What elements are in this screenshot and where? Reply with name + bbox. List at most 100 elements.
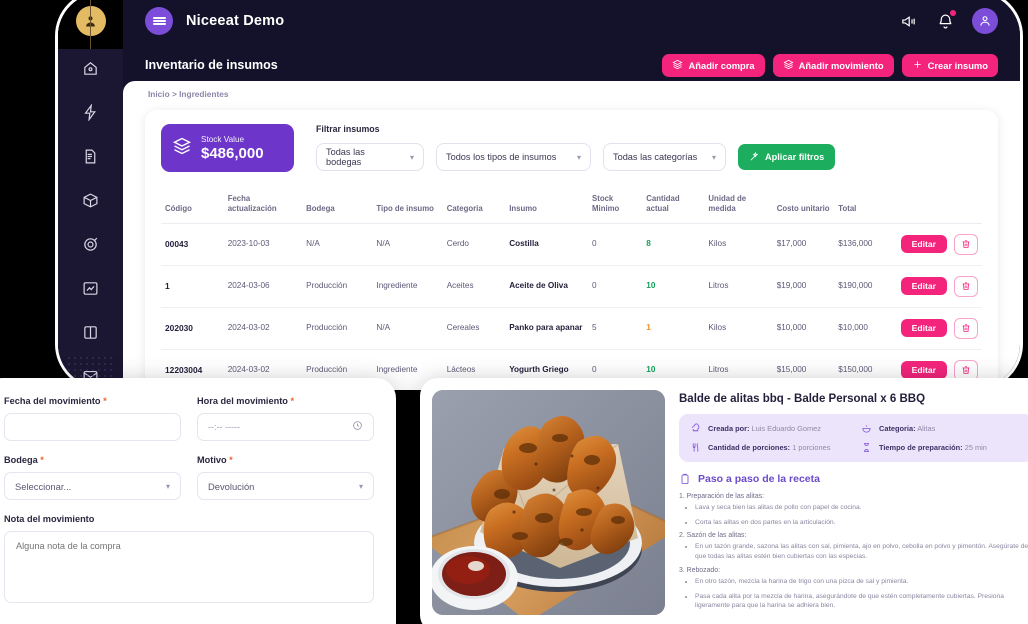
sidebar-item-goals[interactable]: [78, 231, 104, 257]
table-row[interactable]: 202030 2024-03-02 Producción N/A Cereale…: [161, 307, 982, 349]
cell-codigo: 202030: [161, 307, 224, 349]
time-input[interactable]: --:-- -----: [197, 413, 374, 441]
sidebar-item-activity[interactable]: [78, 99, 104, 125]
chef-hat-icon: [690, 423, 701, 434]
supply-type-select-value: Todos los tipos de insumos: [446, 152, 556, 162]
bbq-chicken-wings-photo: [432, 390, 665, 615]
step-bullet: Lava y seca bien las alitas de pollo con…: [695, 503, 1028, 513]
sidebar-item-recipes[interactable]: [78, 319, 104, 345]
delete-button[interactable]: [954, 276, 978, 297]
cell-fecha: 2023-10-03: [224, 223, 302, 265]
info-created-by-value: Luis Eduardo Gomez: [752, 424, 821, 433]
required-mark: *: [40, 455, 44, 465]
motivo-select[interactable]: Devolución ▾: [197, 472, 374, 500]
steps-header: Paso a paso de la receta: [679, 473, 1028, 485]
sidebar: [58, 0, 123, 387]
info-portions-value: 1 porciones: [792, 443, 830, 452]
col-unidad: Unidad de medida: [704, 194, 772, 223]
cell-categoria: Cereales: [443, 307, 506, 349]
category-select[interactable]: Todas las categorías ▾: [603, 143, 726, 171]
time-label: Hora del movimiento *: [197, 396, 374, 406]
field-time: Hora del movimiento * --:-- -----: [197, 396, 374, 441]
step-bullets: En un tazón grande, sazona las alitas co…: [695, 542, 1028, 561]
date-input[interactable]: [4, 413, 181, 441]
stock-value-card: Stock Value $486,000: [161, 124, 294, 172]
info-prep-time-value: 25 min: [965, 443, 987, 452]
screenshot-root: Niceeat Demo Inventario de insumos: [0, 0, 1028, 624]
layers-icon: [783, 59, 794, 72]
megaphone-icon[interactable]: [898, 11, 918, 31]
cell-tipo: N/A: [372, 307, 442, 349]
table-row[interactable]: 00043 2023-10-03 N/A N/A Cerdo Costilla …: [161, 223, 982, 265]
step-bullet: En otro tazón, mezcla la harina de trigo…: [695, 577, 1028, 587]
cutlery-icon: [690, 442, 701, 453]
chevron-down-icon: ▾: [359, 482, 363, 491]
trash-icon: [961, 237, 971, 252]
note-label: Nota del movimiento: [4, 514, 374, 524]
edit-button[interactable]: Editar: [901, 361, 947, 379]
trash-icon: [961, 321, 971, 336]
step-number: 3. Rebozado:: [679, 567, 1028, 574]
edit-button[interactable]: Editar: [901, 277, 947, 295]
apply-filters-button[interactable]: Aplicar filtros: [738, 144, 835, 170]
sidebar-item-home[interactable]: [78, 55, 104, 81]
wand-icon: [749, 151, 760, 164]
delete-button[interactable]: [954, 318, 978, 339]
edit-button[interactable]: Editar: [901, 235, 947, 253]
supply-type-select[interactable]: Todos los tipos de insumos ▾: [436, 143, 591, 171]
add-purchase-label: Añadir compra: [688, 60, 754, 71]
page-header: Inventario de insumos Añadir compra Añad…: [123, 49, 1020, 81]
cell-actions: Editar: [897, 307, 982, 349]
recipe-title: Balde de alitas bbq - Balde Personal x 6…: [679, 393, 1028, 405]
add-movement-button[interactable]: Añadir movimiento: [773, 54, 894, 77]
chevron-down-icon: ▾: [712, 153, 716, 162]
movement-form-panel: Fecha del movimiento * Hora del movimien…: [0, 378, 396, 624]
bell-icon[interactable]: [935, 11, 955, 31]
field-bodega: Bodega * Seleccionar... ▾: [4, 455, 181, 500]
topbar-actions: [898, 8, 998, 34]
add-purchase-button[interactable]: Añadir compra: [662, 54, 764, 77]
notification-dot: [950, 10, 956, 16]
layers-icon: [172, 136, 192, 161]
required-mark: *: [290, 396, 294, 406]
clock-icon[interactable]: [352, 420, 363, 434]
bodega-select[interactable]: Seleccionar... ▾: [4, 472, 181, 500]
required-mark: *: [229, 455, 233, 465]
sidebar-item-orders[interactable]: [78, 143, 104, 169]
breadcrumb[interactable]: Inicio > Ingredientes: [123, 81, 1020, 99]
steps-title: Paso a paso de la receta: [698, 473, 820, 485]
filters-title: Filtrar insumos: [316, 124, 982, 134]
info-portions-label: Cantidad de porciones:: [708, 443, 790, 452]
warehouse-select[interactable]: Todas las bodegas ▾: [316, 143, 424, 171]
delete-button[interactable]: [954, 234, 978, 255]
cell-costo: $19,000: [773, 265, 835, 307]
col-tipo: Tipo de insumo: [372, 194, 442, 223]
sidebar-logo-rail: [58, 0, 123, 49]
edit-button[interactable]: Editar: [901, 319, 947, 337]
col-fecha: Fecha actualización: [224, 194, 302, 223]
table-head: Código Fecha actualización Bodega Tipo d…: [161, 194, 982, 223]
inventory-card: Stock Value $486,000 Filtrar insumos Tod…: [145, 110, 998, 387]
sidebar-item-inventory[interactable]: [78, 187, 104, 213]
required-mark: *: [103, 396, 107, 406]
sidebar-item-reports[interactable]: [78, 275, 104, 301]
col-cantidad: Cantidad actual: [642, 194, 704, 223]
page-content: Inicio > Ingredientes Stock Value $486,0…: [123, 81, 1020, 387]
cell-insumo: Panko para apanar: [505, 307, 588, 349]
cell-categoria: Aceites: [443, 265, 506, 307]
table-header-row: Código Fecha actualización Bodega Tipo d…: [161, 194, 982, 223]
info-portions: Cantidad de porciones: 1 porciones: [690, 442, 851, 453]
filters-column: Filtrar insumos Todas las bodegas ▾ Todo…: [316, 124, 982, 171]
bodega-label-text: Bodega: [4, 455, 38, 465]
cell-bodega: N/A: [302, 223, 372, 265]
steps-list: 1. Preparación de las alitas: Lava y sec…: [679, 493, 1028, 611]
page-action-buttons: Añadir compra Añadir movimiento Crear in…: [662, 54, 998, 77]
cell-cantidad: 1: [642, 307, 704, 349]
create-supply-button[interactable]: Crear insumo: [902, 54, 998, 77]
cell-costo: $10,000: [773, 307, 835, 349]
hamburger-icon[interactable]: [145, 7, 173, 35]
cell-codigo: 00043: [161, 223, 224, 265]
note-textarea[interactable]: [4, 531, 374, 603]
avatar[interactable]: [972, 8, 998, 34]
table-row[interactable]: 1 2024-03-06 Producción Ingrediente Acei…: [161, 265, 982, 307]
